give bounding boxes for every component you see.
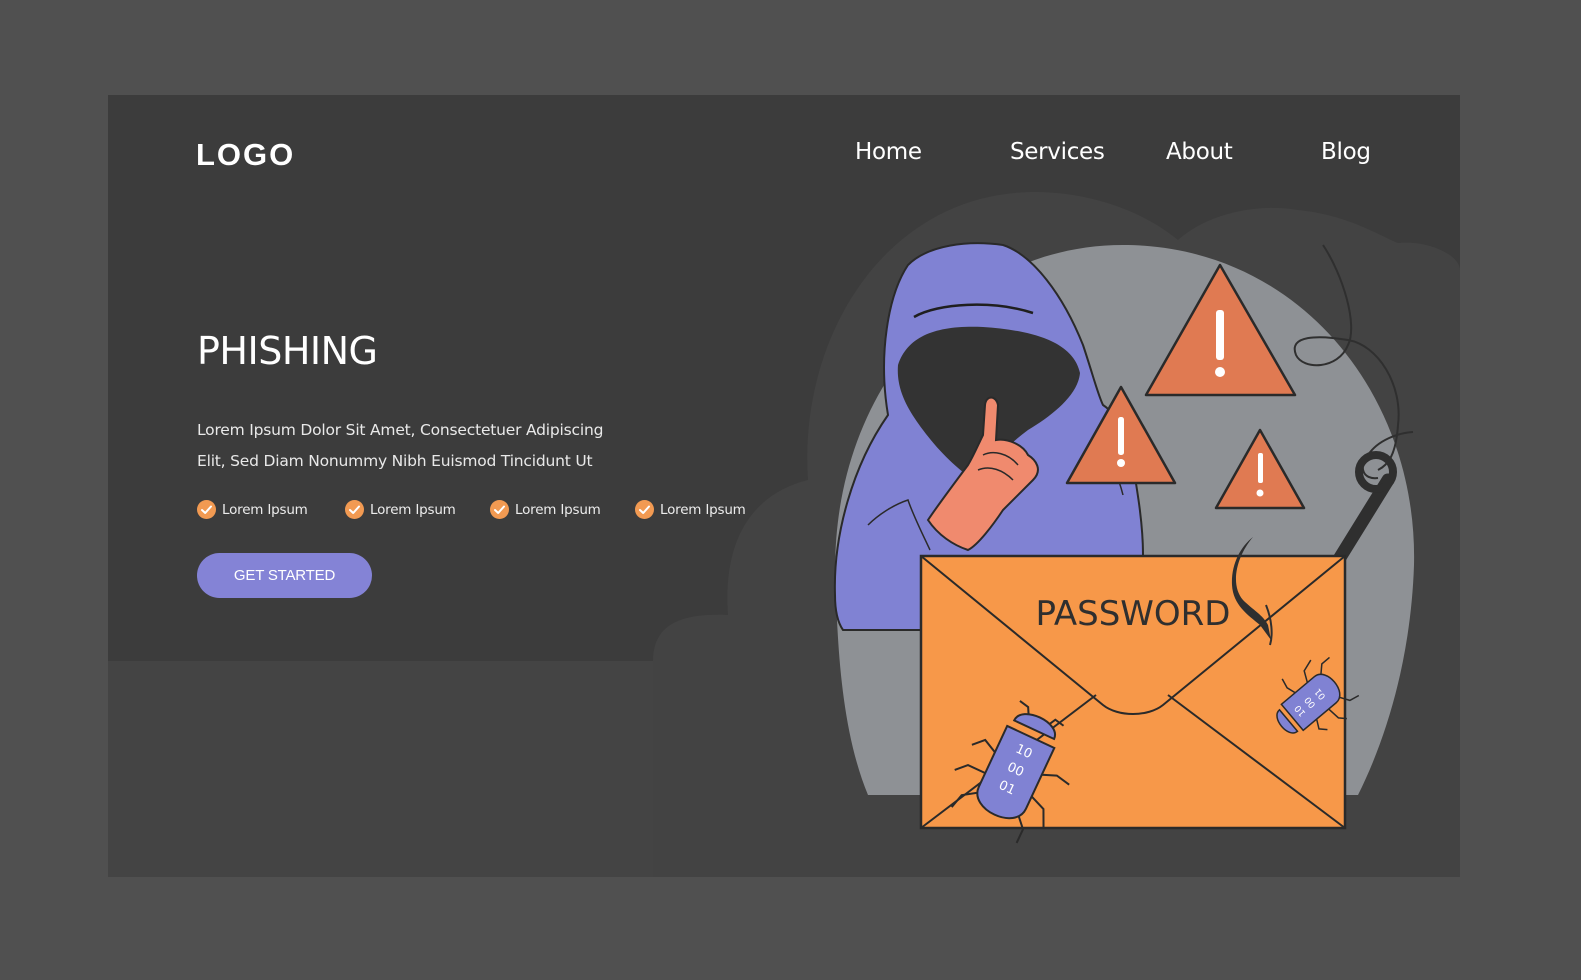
logo[interactable]: LOGO bbox=[196, 137, 295, 173]
feature-item: Lorem Ipsum bbox=[635, 500, 746, 519]
nav-home[interactable]: Home bbox=[855, 139, 922, 165]
phishing-illustration: PASSWORD 10 00 01 10 00 01 bbox=[653, 191, 1460, 877]
landing-page: PASSWORD 10 00 01 10 00 01 LOGO Home Ser… bbox=[108, 95, 1460, 877]
hero-description-line: Lorem Ipsum Dolor Sit Amet, Consectetuer… bbox=[197, 421, 604, 439]
envelope-password-text: PASSWORD bbox=[1036, 594, 1231, 634]
nav-services[interactable]: Services bbox=[1010, 139, 1105, 165]
page-title: PHISHING bbox=[197, 329, 378, 373]
get-started-button[interactable]: GET STARTED bbox=[197, 553, 372, 598]
check-circle-icon bbox=[345, 500, 364, 519]
feature-item: Lorem Ipsum bbox=[197, 500, 308, 519]
check-circle-icon bbox=[635, 500, 654, 519]
check-circle-icon bbox=[197, 500, 216, 519]
feature-item: Lorem Ipsum bbox=[345, 500, 456, 519]
hero-description: Lorem Ipsum Dolor Sit Amet, Consectetuer… bbox=[197, 415, 637, 477]
feature-label: Lorem Ipsum bbox=[370, 501, 456, 518]
feature-label: Lorem Ipsum bbox=[515, 501, 601, 518]
nav-about[interactable]: About bbox=[1166, 139, 1233, 165]
check-circle-icon bbox=[490, 500, 509, 519]
hero-description-line: Elit, Sed Diam Nonummy Nibh Euismod Tinc… bbox=[197, 452, 593, 470]
nav-blog[interactable]: Blog bbox=[1321, 139, 1371, 165]
feature-label: Lorem Ipsum bbox=[222, 501, 308, 518]
feature-item: Lorem Ipsum bbox=[490, 500, 601, 519]
feature-label: Lorem Ipsum bbox=[660, 501, 746, 518]
